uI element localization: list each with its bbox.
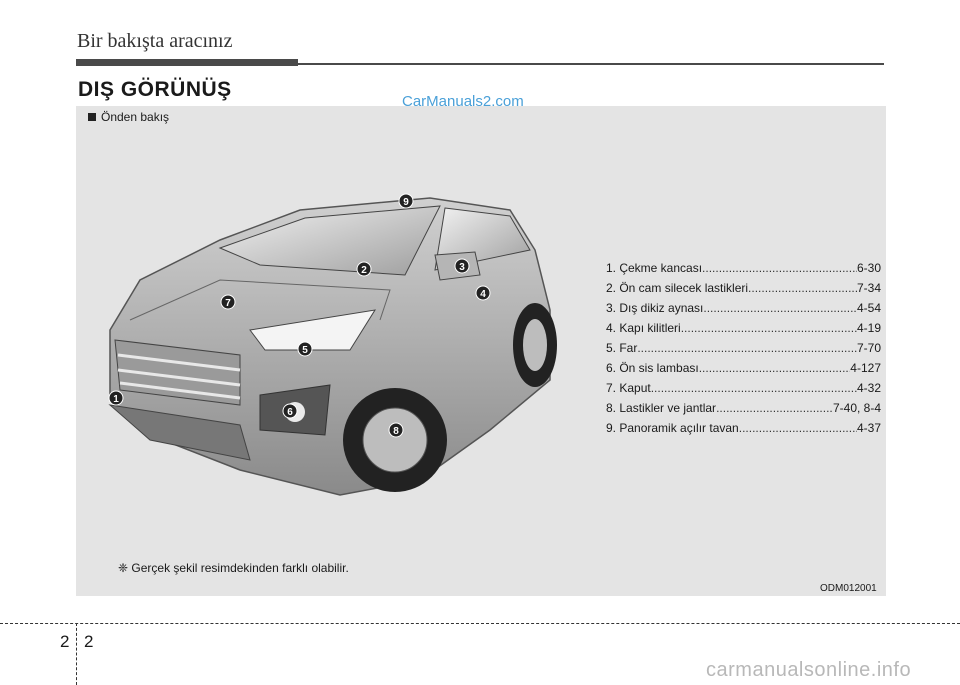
footer-divider (76, 623, 77, 685)
section-title: DIŞ GÖRÜNÜŞ (78, 78, 232, 101)
figure-subtitle: Önden bakış (88, 110, 169, 124)
legend-item: 6. Ön sis lambası4-127 (606, 358, 881, 378)
site-watermark: carmanualsonline.info (706, 659, 912, 681)
car-front-illustration (108, 197, 557, 496)
footer-rule (0, 623, 960, 624)
header-bar (76, 59, 298, 66)
page-number: 2 (84, 632, 94, 651)
legend-item: 1. Çekme kancası6-30 (606, 258, 881, 278)
legend-item: 5. Far7-70 (606, 338, 881, 358)
legend-item: 2. Ön cam silecek lastikleri7-34 (606, 278, 881, 298)
figure-note: ❈ Gerçek şekil resimdekinden farklı olab… (118, 561, 349, 575)
legend-item: 9. Panoramik açılır tavan4-37 (606, 418, 881, 438)
chapter-number: 2 (60, 632, 70, 651)
header-rule (298, 63, 884, 65)
legend-item: 7. Kaput4-32 (606, 378, 881, 398)
subtitle-text: Önden bakış (101, 110, 170, 124)
header-title: Bir bakışta aracınız (77, 30, 233, 52)
legend-item: 3. Dış dikiz aynası4-54 (606, 298, 881, 318)
image-code: ODM012001 (820, 583, 877, 594)
watermark: CarManuals2.com (402, 93, 524, 110)
legend-list: 1. Çekme kancası6-30 2. Ön cam silecek l… (606, 258, 881, 438)
legend-item: 8. Lastikler ve jantlar7-40, 8-4 (606, 398, 881, 418)
legend-item: 4. Kapı kilitleri4-19 (606, 318, 881, 338)
square-bullet-icon (88, 113, 96, 121)
